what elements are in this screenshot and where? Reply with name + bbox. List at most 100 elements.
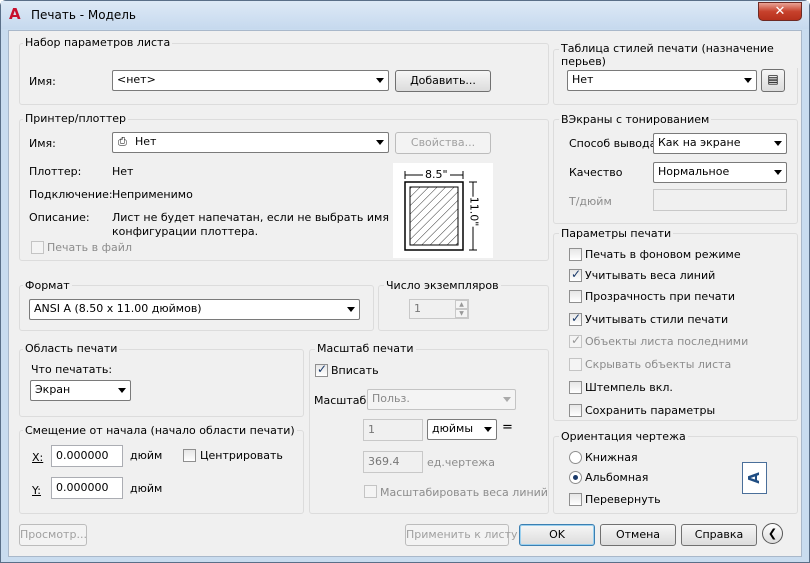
print-dialog: A Печать - Модель ✕ Набор параметров лис…	[0, 0, 810, 563]
chevron-down-icon	[376, 78, 384, 83]
drawing-units-label: ед.чертежа	[427, 456, 495, 469]
print-to-file-label: Печать в файл	[47, 241, 132, 254]
option-hide-objects-checkbox[interactable]	[569, 358, 582, 371]
edit-plot-style-button[interactable]: ▤	[761, 69, 785, 92]
printer-icon: ⎙	[118, 135, 127, 148]
option-plot-styles-checkbox[interactable]	[569, 311, 582, 326]
printer-properties-button[interactable]: Свойства...	[395, 132, 491, 154]
portrait-radio[interactable]	[569, 451, 582, 464]
page-setup-name-value: <нет>	[117, 73, 156, 86]
option-stamp-label: Штемпель вкл.	[585, 381, 673, 394]
option-hide-objects-label: Скрывать объекты листа	[585, 358, 732, 371]
option-save-changes-checkbox[interactable]	[569, 404, 582, 417]
option-stamp-checkbox[interactable]	[569, 381, 582, 394]
chevron-down-icon	[347, 307, 355, 312]
dpi-input[interactable]	[653, 189, 787, 211]
portrait-label: Книжная	[585, 451, 638, 464]
quality-label: Качество	[569, 166, 623, 179]
paper-preview: 8.5" 11.0"	[393, 163, 493, 258]
copies-up-icon[interactable]: ▲	[455, 300, 468, 309]
plot-area-title: Область печати	[23, 342, 120, 355]
option-background-checkbox[interactable]	[569, 248, 582, 261]
quality-select[interactable]: Нормальное	[653, 162, 787, 183]
shade-output-label: Способ вывода	[569, 137, 657, 150]
scale-units-value-2: 369.4	[368, 455, 400, 468]
connection-value: Неприменимо	[112, 188, 193, 201]
dpi-label: Т/дюйм	[569, 195, 612, 208]
close-button[interactable]: ✕	[758, 2, 802, 21]
print-to-file-checkbox[interactable]	[31, 241, 44, 254]
paper-width-label: 8.5"	[423, 168, 450, 181]
scale-inches-value: 1	[368, 423, 375, 436]
scale-units-input[interactable]: 369.4	[363, 451, 423, 473]
shade-output-select[interactable]: Как на экране	[653, 133, 787, 154]
offset-x-input[interactable]: 0.000000	[51, 445, 123, 467]
fit-to-paper-checkbox[interactable]	[315, 362, 328, 377]
shaded-viewport-title: ВЭкраны с тонированием	[559, 113, 712, 126]
chevron-down-icon	[118, 388, 126, 393]
collapse-icon[interactable]: ❮	[762, 523, 783, 544]
plot-options-title: Параметры печати	[559, 227, 674, 240]
copies-value: 1	[414, 302, 421, 315]
offset-y-input[interactable]: 0.000000	[51, 477, 123, 499]
plot-style-value: Нет	[572, 73, 594, 86]
fit-to-paper-label: Вписать	[331, 364, 379, 377]
orientation-title: Ориентация чертежа	[559, 430, 688, 443]
scale-select[interactable]: Польз.	[367, 389, 516, 410]
offset-x-label: X:	[32, 451, 44, 464]
plot-style-title: Таблица стилей печати (назначение перьев…	[559, 42, 801, 68]
option-transparency-checkbox[interactable]	[569, 290, 582, 303]
scale-lineweights-checkbox[interactable]	[364, 485, 377, 498]
scale-title: Масштаб печати	[315, 342, 416, 355]
chevron-down-icon	[774, 170, 782, 175]
offset-title: Смещение от начала (начало области печат…	[23, 424, 297, 437]
plotter-value: Нет	[112, 165, 134, 178]
page-setup-name-label: Имя:	[29, 75, 56, 88]
copies-down-icon[interactable]: ▼	[455, 309, 468, 318]
center-plot-checkbox[interactable]	[183, 449, 196, 462]
format-title: Формат	[23, 279, 72, 292]
add-page-setup-button[interactable]: Добавить...	[395, 70, 491, 92]
scale-inches-input[interactable]: 1	[363, 419, 423, 441]
chevron-down-icon	[484, 427, 492, 432]
window-title: Печать - Модель	[31, 8, 136, 22]
ok-button[interactable]: OK	[519, 524, 595, 546]
option-paperspace-last-label: Объекты листа последними	[585, 335, 749, 348]
scale-units-select[interactable]: дюймы	[427, 419, 497, 440]
orientation-letter: A	[744, 472, 763, 484]
description-label: Описание:	[29, 211, 90, 224]
option-lineweights-checkbox[interactable]	[569, 267, 582, 282]
apply-to-layout-button[interactable]: Применить к листу	[405, 524, 517, 546]
page-setup-name-select[interactable]: <нет>	[112, 70, 389, 91]
landscape-label: Альбомная	[585, 471, 649, 484]
printer-name-select[interactable]: ⎙ Нет	[112, 132, 389, 153]
printer-title: Принтер/плоттер	[23, 112, 128, 125]
format-select[interactable]: ANSI A (8.50 x 11.00 дюймов)	[29, 299, 360, 320]
option-paperspace-last-checkbox[interactable]	[569, 333, 582, 348]
scale-equals: =	[502, 420, 513, 435]
autocad-logo-icon: A	[9, 5, 21, 23]
upside-down-checkbox[interactable]	[569, 493, 582, 506]
offset-group	[19, 430, 304, 514]
scale-units-value: дюймы	[432, 422, 473, 435]
option-save-changes-label: Сохранить параметры	[585, 404, 716, 417]
scale-lineweights-label: Масштабировать веса линий	[380, 486, 548, 499]
chevron-down-icon	[744, 78, 752, 83]
option-background-label: Печать в фоновом режиме	[585, 248, 741, 261]
landscape-radio[interactable]	[569, 471, 582, 484]
scale-value: Польз.	[372, 392, 410, 405]
offset-x-value: 0.000000	[56, 449, 109, 462]
plot-style-select[interactable]: Нет	[567, 70, 757, 91]
edit-table-icon: ▤	[767, 72, 779, 86]
dialog-body: Набор параметров листа Имя: <нет> Добави…	[8, 30, 802, 557]
shade-output-value: Как на экране	[658, 136, 741, 149]
offset-y-value: 0.000000	[56, 481, 109, 494]
help-button[interactable]: Справка	[681, 524, 757, 546]
quality-value: Нормальное	[658, 165, 730, 178]
what-to-plot-select[interactable]: Экран	[30, 380, 131, 401]
preview-button[interactable]: Просмотр...	[19, 524, 87, 546]
option-lineweights-label: Учитывать веса линий	[585, 269, 716, 282]
cancel-button[interactable]: Отмена	[600, 524, 676, 546]
chevron-down-icon	[774, 141, 782, 146]
option-plot-styles-label: Учитывать стили печати	[585, 313, 729, 326]
